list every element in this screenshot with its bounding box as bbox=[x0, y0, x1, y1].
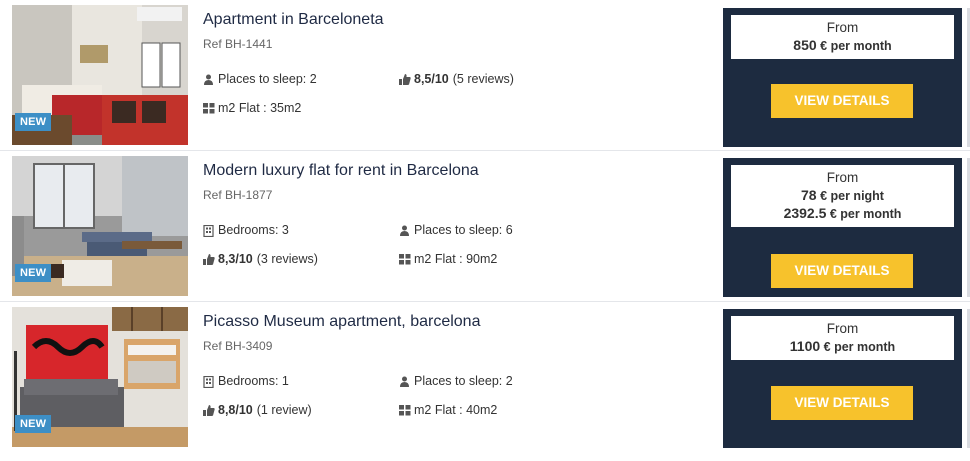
flat-size: m2 Flat : 90m2 bbox=[399, 252, 497, 266]
price-box: From 78 € per night 2392.5 € per month bbox=[731, 165, 954, 227]
listing-photo[interactable]: NEW bbox=[12, 5, 188, 145]
grid-icon bbox=[203, 102, 215, 114]
grid-icon bbox=[399, 253, 411, 265]
view-details-button[interactable]: VIEW DETAILS bbox=[771, 84, 913, 118]
new-badge: NEW bbox=[15, 264, 52, 282]
places-to-sleep: Places to sleep: 6 bbox=[399, 223, 513, 237]
price-line: 850 € per month bbox=[793, 37, 892, 53]
building-icon bbox=[203, 375, 214, 388]
rating: 8,5/10 (5 reviews) bbox=[399, 72, 514, 86]
listing-title[interactable]: Modern luxury flat for rent in Barcelona bbox=[203, 162, 479, 180]
listing-title[interactable]: Apartment in Barceloneta bbox=[203, 11, 384, 29]
thumbs-up-icon bbox=[203, 253, 215, 265]
flat-size: m2 Flat : 35m2 bbox=[203, 101, 301, 115]
rating: 8,8/10 (1 review) bbox=[203, 403, 312, 417]
listing-card: NEW Modern luxury flat for rent in Barce… bbox=[0, 151, 970, 302]
price-panel: From 850 € per month VIEW DETAILS bbox=[723, 8, 962, 147]
listing-ref: Ref BH-1441 bbox=[203, 37, 273, 51]
places-to-sleep: Places to sleep: 2 bbox=[399, 374, 513, 388]
thumbs-up-icon bbox=[399, 73, 411, 85]
person-icon bbox=[399, 376, 410, 387]
price-line: 2392.5 € per month bbox=[783, 205, 902, 221]
listing-card: NEW Picasso Museum apartment, barcelona … bbox=[0, 302, 970, 453]
price-from-label: From bbox=[826, 170, 859, 185]
new-badge: NEW bbox=[15, 415, 52, 433]
price-panel: From 1100 € per month VIEW DETAILS bbox=[723, 309, 962, 448]
price-from-label: From bbox=[826, 20, 859, 35]
listing-title[interactable]: Picasso Museum apartment, barcelona bbox=[203, 313, 480, 331]
flat-size: m2 Flat : 40m2 bbox=[399, 403, 497, 417]
price-panel: From 78 € per night 2392.5 € per month V… bbox=[723, 158, 962, 297]
listing-photo[interactable]: NEW bbox=[12, 156, 188, 296]
bedrooms: Bedrooms: 1 bbox=[203, 374, 289, 388]
price-box: From 1100 € per month bbox=[731, 316, 954, 360]
new-badge: NEW bbox=[15, 113, 52, 131]
listing-photo[interactable]: NEW bbox=[12, 307, 188, 447]
view-details-button[interactable]: VIEW DETAILS bbox=[771, 254, 913, 288]
bedrooms: Bedrooms: 3 bbox=[203, 223, 289, 237]
view-details-button[interactable]: VIEW DETAILS bbox=[771, 386, 913, 420]
price-line: 78 € per night bbox=[801, 187, 884, 203]
person-icon bbox=[203, 74, 214, 85]
price-from-label: From bbox=[826, 321, 859, 336]
places-to-sleep: Places to sleep: 2 bbox=[203, 72, 317, 86]
listing-ref: Ref BH-1877 bbox=[203, 188, 273, 202]
grid-icon bbox=[399, 404, 411, 416]
price-line: 1100 € per month bbox=[789, 338, 896, 354]
thumbs-up-icon bbox=[203, 404, 215, 416]
listing-card: NEW Apartment in Barceloneta Ref BH-1441… bbox=[0, 0, 970, 151]
listing-ref: Ref BH-3409 bbox=[203, 339, 273, 353]
rating: 8,3/10 (3 reviews) bbox=[203, 252, 318, 266]
price-box: From 850 € per month bbox=[731, 15, 954, 59]
building-icon bbox=[203, 224, 214, 237]
person-icon bbox=[399, 225, 410, 236]
